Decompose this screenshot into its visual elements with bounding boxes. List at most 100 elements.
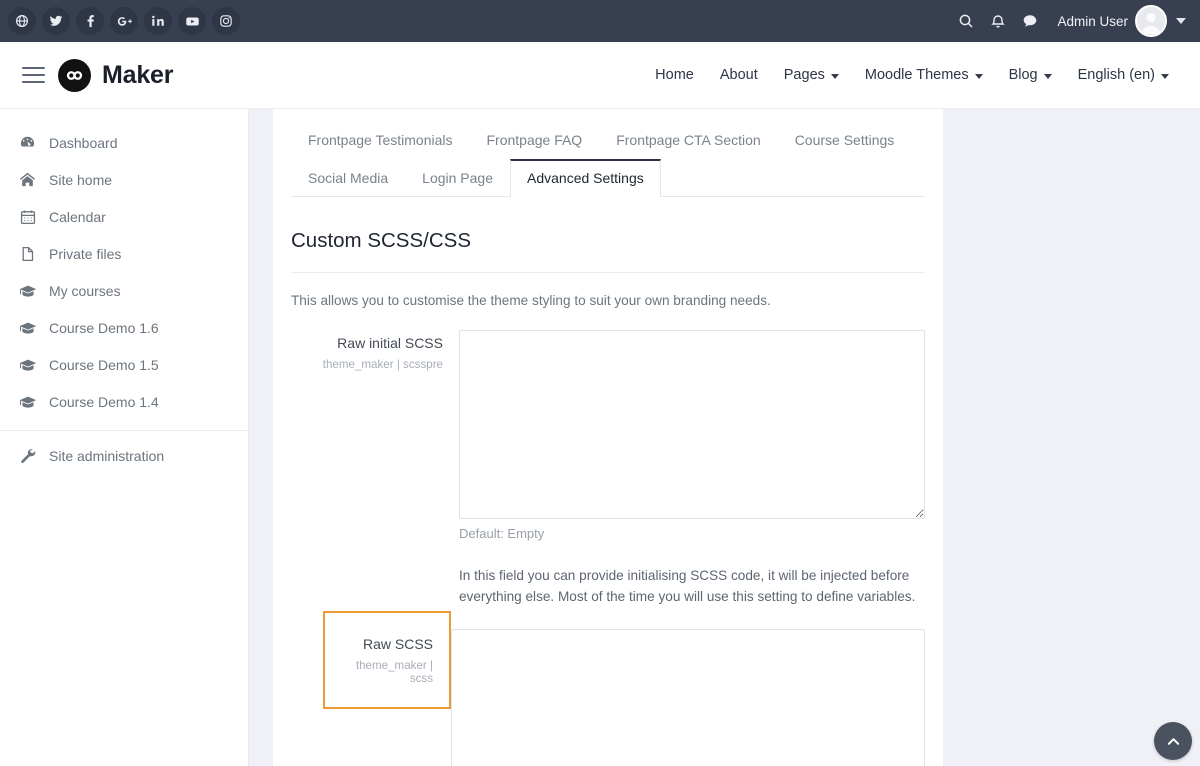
graduation-cap-icon [18,318,37,337]
graduation-cap-icon [18,281,37,300]
tab-label: Social Media [308,170,389,186]
field-input-group: Default: Empty [451,629,925,766]
brand-name: Maker [102,60,174,89]
tab-advanced-settings[interactable]: Advanced Settings [510,159,661,197]
topbar-user-area: Admin User [949,5,1186,37]
bell-icon[interactable] [983,6,1013,36]
settings-card: Frontpage Testimonials Frontpage FAQ Fro… [273,109,943,766]
sidebar-item-calendar[interactable]: Calendar [0,198,248,235]
tab-frontpage-cta-section[interactable]: Frontpage CTA Section [599,121,777,159]
sidebar-item-label: Dashboard [49,134,118,151]
tab-row-2: Social Media Login Page Advanced Setting… [273,158,943,197]
tab-label: Frontpage Testimonials [308,132,453,148]
tab-login-page[interactable]: Login Page [405,159,510,197]
graduation-cap-icon [18,392,37,411]
nav-item-label: Blog [1008,67,1038,83]
tab-label: Frontpage CTA Section [616,132,761,148]
sidebar-item-label: Site home [49,171,113,188]
search-icon[interactable] [951,6,981,36]
field-default-note: Default: Empty [459,526,545,541]
chevron-down-icon [974,73,983,79]
raw-initial-scss-textarea[interactable] [459,330,925,519]
sidebar-divider [0,430,248,431]
field-input-group: Default: Empty In this field you can pro… [459,330,925,607]
page-title: Custom SCSS/CSS [291,229,925,273]
raw-scss-textarea[interactable] [451,629,925,766]
calendar-icon [18,207,37,226]
message-icon[interactable] [1015,6,1045,36]
youtube-icon[interactable] [178,7,206,35]
nav-item-language[interactable]: English (en) [1065,59,1182,91]
sidebar-item-my-courses[interactable]: My courses [0,272,248,309]
nav-item-label: Moodle Themes [864,67,969,83]
chevron-down-icon [1161,73,1169,79]
back-to-top-button[interactable] [1154,722,1192,760]
top-utility-bar: Admin User [0,0,1200,42]
social-links [8,7,240,35]
tab-social-media[interactable]: Social Media [291,159,405,197]
content-region: Frontpage Testimonials Frontpage FAQ Fro… [249,109,1200,766]
google-plus-icon[interactable] [110,7,138,35]
home-icon [18,170,37,189]
tab-course-settings[interactable]: Course Settings [778,121,912,159]
sidebar-item-private-files[interactable]: Private files [0,235,248,272]
instagram-icon[interactable] [212,7,240,35]
avatar[interactable] [1135,5,1167,37]
brand-logo[interactable]: Maker [58,58,174,92]
nav-item-home[interactable]: Home [642,59,707,91]
sidebar-item-label: Site administration [49,447,165,464]
sidebar-nav: Dashboard Site home Calendar Private fil… [0,109,249,766]
nav-item-about[interactable]: About [707,59,771,91]
sidebar-item-site-home[interactable]: Site home [0,161,248,198]
tab-row-1: Frontpage Testimonials Frontpage FAQ Fro… [273,120,943,158]
user-name-label: Admin User [1057,13,1128,29]
chevron-down-icon [830,73,839,79]
chevron-down-icon [1043,73,1052,79]
file-icon [18,244,37,263]
tab-label: Login Page [422,170,493,186]
tab-frontpage-faq[interactable]: Frontpage FAQ [469,121,599,159]
custom-scss-section: Custom SCSS/CSS This allows you to custo… [273,229,943,766]
sidebar-item-course-demo-1-5[interactable]: Course Demo 1.5 [0,346,248,383]
nav-item-moodle-themes[interactable]: Moodle Themes [852,59,996,91]
sidebar-item-label: Calendar [49,208,106,225]
nav-item-label: Pages [783,67,825,83]
tab-label: Frontpage FAQ [486,132,583,148]
nav-item-blog[interactable]: Blog [996,59,1065,91]
dashboard-icon [18,133,37,152]
settings-tabs: Frontpage Testimonials Frontpage FAQ Fro… [273,109,943,197]
sidebar-item-label: Course Demo 1.4 [49,393,159,410]
tab-label: Advanced Settings [527,170,644,186]
hamburger-menu-icon[interactable] [16,58,50,92]
field-label: Raw initial SCSS [337,335,443,351]
form-row-scsspre: Raw initial SCSS theme_maker | scsspre D… [291,330,925,607]
nav-item-label: English (en) [1077,67,1155,83]
wrench-icon [18,446,37,465]
sidebar-item-dashboard[interactable]: Dashboard [0,124,248,161]
linkedin-icon[interactable] [144,7,172,35]
sidebar-item-course-demo-1-6[interactable]: Course Demo 1.6 [0,309,248,346]
sidebar-item-course-demo-1-4[interactable]: Course Demo 1.4 [0,383,248,420]
globe-icon[interactable] [8,7,36,35]
facebook-icon[interactable] [76,7,104,35]
page-body: Dashboard Site home Calendar Private fil… [0,109,1200,766]
twitter-icon[interactable] [42,7,70,35]
field-label-group: Raw initial SCSS theme_maker | scsspre [291,330,459,371]
sidebar-item-label: Course Demo 1.5 [49,356,159,373]
primary-nav: Home About Pages Moodle Themes Blog Engl… [642,59,1182,91]
graduation-cap-icon [18,355,37,374]
sidebar-item-label: Course Demo 1.6 [49,319,159,336]
sidebar-item-site-administration[interactable]: Site administration [0,437,248,474]
field-label-group-highlighted: Raw SCSS theme_maker | scss [323,611,451,710]
infinity-icon [58,58,91,92]
nav-item-pages[interactable]: Pages [771,59,852,91]
nav-item-label: Home [655,67,694,83]
tab-frontpage-testimonials[interactable]: Frontpage Testimonials [291,121,469,159]
field-help-text: In this field you can provide initialisi… [459,568,916,605]
sidebar-item-label: Private files [49,245,122,262]
tab-label: Course Settings [794,132,895,148]
sidebar-item-label: My courses [49,282,121,299]
user-menu-chevron-down-icon[interactable] [1176,18,1186,24]
nav-item-label: About [719,67,758,83]
main-navbar: Maker Home About Pages Moodle Themes Blo… [0,42,1200,109]
